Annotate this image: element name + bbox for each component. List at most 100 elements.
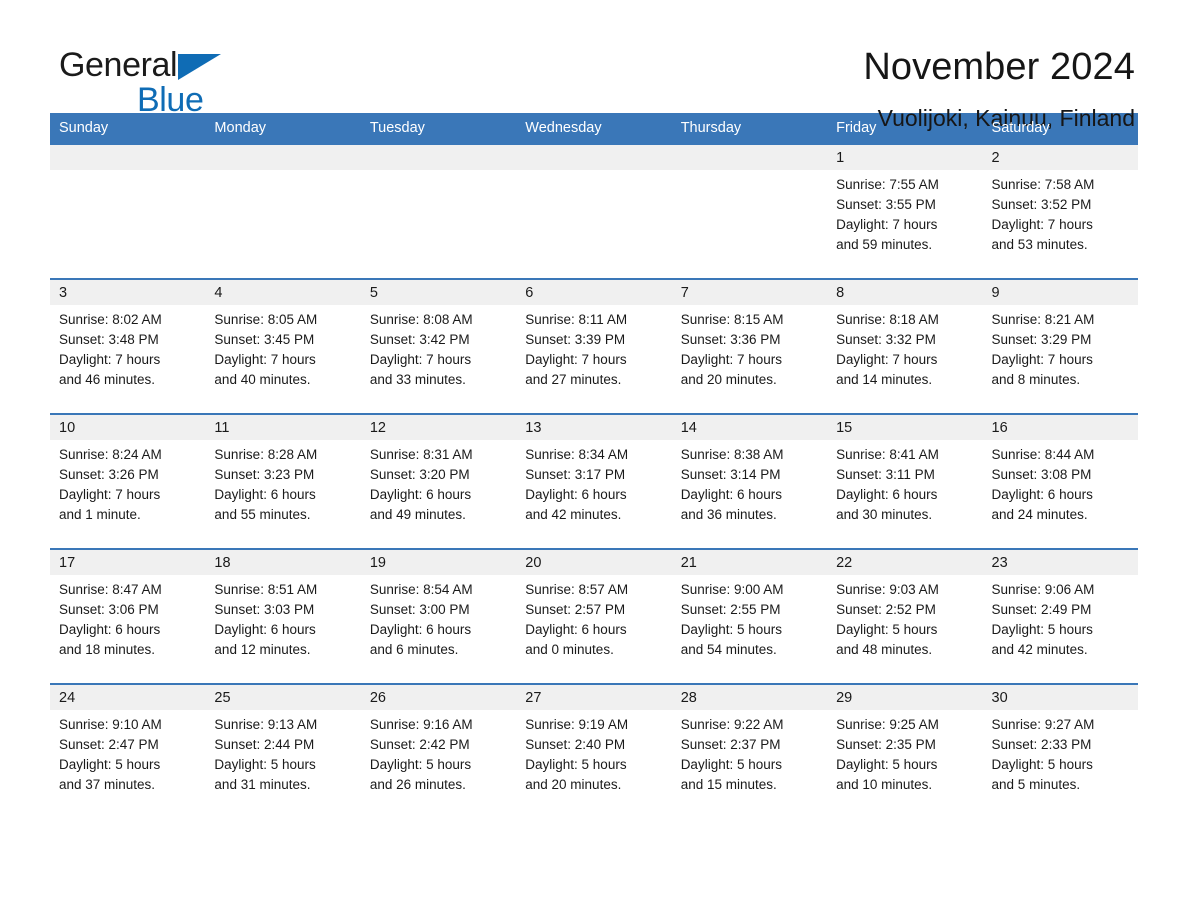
day-cell[interactable]: 22 Sunrise: 9:03 AM Sunset: 2:52 PM Dayligh… [827,550,983,684]
sunrise-line: Sunrise: 8:57 AM [525,582,629,598]
day-info: Sunrise: 8:28 AM Sunset: 3:23 PM Daylight:… [205,440,360,525]
day-cell[interactable]: 25 Sunrise: 9:13 AM Sunset: 2:44 PM Dayligh… [205,685,361,819]
sunset-line: Sunset: 3:23 PM [214,467,315,483]
calendar-week-row: 17 Sunrise: 8:47 AM Sunset: 3:06 PM Dayligh… [50,548,1138,684]
day-cell[interactable]: 7 Sunrise: 8:15 AM Sunset: 3:36 PM Daylight… [671,280,828,414]
day-cell[interactable]: 24 Sunrise: 9:10 AM Sunset: 2:47 PM Dayligh… [50,685,206,819]
day-cell[interactable]: 15 Sunrise: 8:41 AM Sunset: 3:11 PM Dayligh… [827,415,983,549]
day-cell[interactable]: 16 Sunrise: 8:44 AM Sunset: 3:08 PM Dayligh… [982,415,1138,549]
day-cell[interactable]: 4 Sunrise: 8:05 AM Sunset: 3:45 PM Daylight… [205,280,361,414]
day-number: 30 [982,685,1138,711]
sunset-line: Sunset: 2:55 PM [680,602,781,618]
day-number: 12 [360,415,517,441]
day-info: Sunrise: 8:31 AM Sunset: 3:20 PM Daylight:… [361,440,516,525]
day-cell[interactable]: 26 Sunrise: 9:16 AM Sunset: 2:42 PM Dayligh… [360,685,517,819]
weekday-header-wednesday: Wednesday [525,120,602,136]
daylight-line: Daylight: 6 hours [991,487,1093,503]
logo-bottom-row: Blue [59,83,310,117]
day-number: 20 [516,550,672,576]
sunset-line: Sunset: 3:14 PM [680,467,781,483]
sunrise-line: Sunrise: 8:08 AM [369,312,473,328]
day-info: Sunrise: 8:24 AM Sunset: 3:26 PM Daylight:… [50,440,205,525]
day-number: 24 [50,685,206,711]
sunset-line: Sunset: 3:55 PM [836,197,936,213]
day-number: 16 [982,415,1138,441]
sunset-line: Sunset: 3:32 PM [836,332,936,348]
day-info: Sunrise: 8:02 AM Sunset: 3:48 PM Daylight:… [50,305,205,390]
daylight-line: Daylight: 7 hours [991,352,1093,368]
day-cell[interactable]: 11 Sunrise: 8:28 AM Sunset: 3:23 PM Dayligh… [205,415,361,549]
day-info: Sunrise: 9:10 AM Sunset: 2:47 PM Daylight:… [50,710,205,795]
logo-text-general: General [59,46,178,84]
day-info: Sunrise: 9:16 AM Sunset: 2:42 PM Daylight:… [361,710,516,795]
day-cell[interactable]: 18 Sunrise: 8:51 AM Sunset: 3:03 PM Dayligh… [205,550,361,684]
day-cell[interactable]: 27 Sunrise: 9:19 AM Sunset: 2:40 PM Dayligh… [516,685,672,819]
day-cell[interactable]: 19 Sunrise: 8:54 AM Sunset: 3:00 PM Dayligh… [360,550,517,684]
day-cell[interactable]: 12 Sunrise: 8:31 AM Sunset: 3:20 PM Dayligh… [360,415,517,549]
sunset-line: Sunset: 3:06 PM [59,602,159,618]
daylight-line: and 26 minutes. [369,777,466,793]
daylight-line: and 33 minutes. [369,372,466,388]
sunrise-line: Sunrise: 9:06 AM [991,582,1095,598]
day-cell[interactable]: 8 Sunrise: 8:18 AM Sunset: 3:32 PM Daylight… [827,280,983,414]
day-cell[interactable]: 28 Sunrise: 9:22 AM Sunset: 2:37 PM Dayligh… [671,685,828,819]
day-number [50,145,206,171]
sunset-line: Sunset: 2:40 PM [525,737,626,753]
sunset-line: Sunset: 2:42 PM [369,737,470,753]
day-cell[interactable]: 9 Sunrise: 8:21 AM Sunset: 3:29 PM Daylight… [982,280,1138,414]
day-number: 10 [50,415,206,441]
day-cell[interactable]: 30 Sunrise: 9:27 AM Sunset: 2:33 PM Dayligh… [982,685,1138,819]
daylight-line: Daylight: 5 hours [836,622,938,638]
page-title: November 2024 [863,46,1135,88]
day-info: Sunrise: 8:54 AM Sunset: 3:00 PM Daylight:… [361,575,516,660]
generalblue-logo[interactable]: General Blue [50,48,310,128]
daylight-line: and 27 minutes. [525,372,622,388]
daylight-line: and 24 minutes. [991,507,1088,523]
daylight-line: Daylight: 6 hours [369,622,472,638]
sunrise-line: Sunrise: 8:28 AM [214,447,318,463]
daylight-line: Daylight: 6 hours [59,622,161,638]
sunrise-line: Sunrise: 9:27 AM [991,717,1095,733]
day-cell[interactable]: 20 Sunrise: 8:57 AM Sunset: 2:57 PM Dayligh… [516,550,672,684]
daylight-line: and 55 minutes. [214,507,311,523]
day-cell[interactable]: 6 Sunrise: 8:11 AM Sunset: 3:39 PM Daylight… [516,280,672,414]
day-info: Sunrise: 7:58 AM Sunset: 3:52 PM Daylight:… [983,170,1138,255]
day-cell[interactable]: 29 Sunrise: 9:25 AM Sunset: 2:35 PM Dayligh… [827,685,983,819]
day-number: 7 [671,280,828,306]
daylight-line: and 14 minutes. [836,372,933,388]
sunset-line: Sunset: 2:57 PM [525,602,626,618]
day-number: 3 [50,280,206,306]
daylight-line: and 31 minutes. [214,777,311,793]
daylight-line: Daylight: 7 hours [836,217,938,233]
sunrise-line: Sunrise: 8:05 AM [214,312,318,328]
sunrise-line: Sunrise: 8:34 AM [525,447,629,463]
daylight-line: Daylight: 5 hours [525,757,627,773]
day-info: Sunrise: 8:38 AM Sunset: 3:14 PM Daylight:… [672,440,827,525]
day-cell[interactable]: 1 Sunrise: 7:55 AM Sunset: 3:55 PM Daylight… [827,145,983,279]
daylight-line: and 48 minutes. [836,642,933,658]
day-info: Sunrise: 8:41 AM Sunset: 3:11 PM Daylight:… [827,440,982,525]
day-number: 23 [982,550,1138,576]
sunrise-line: Sunrise: 8:44 AM [991,447,1095,463]
day-info: Sunrise: 9:25 AM Sunset: 2:35 PM Daylight:… [827,710,982,795]
day-cell[interactable]: 10 Sunrise: 8:24 AM Sunset: 3:26 PM Dayligh… [50,415,206,549]
sunrise-line: Sunrise: 8:11 AM [525,312,628,328]
day-cell[interactable]: 13 Sunrise: 8:34 AM Sunset: 3:17 PM Dayligh… [516,415,672,549]
day-cell[interactable]: 17 Sunrise: 8:47 AM Sunset: 3:06 PM Dayligh… [50,550,206,684]
sunset-line: Sunset: 3:52 PM [991,197,1092,213]
daylight-line: Daylight: 5 hours [59,757,161,773]
daylight-line: Daylight: 5 hours [991,622,1093,638]
day-cell[interactable]: 23 Sunrise: 9:06 AM Sunset: 2:49 PM Dayligh… [982,550,1138,684]
daylight-line: and 37 minutes. [59,777,156,793]
day-number: 29 [827,685,983,711]
weekday-header-tuesday: Tuesday [369,120,425,136]
day-number: 8 [827,280,983,306]
day-cell[interactable]: 3 Sunrise: 8:02 AM Sunset: 3:48 PM Daylight… [50,280,206,414]
day-cell[interactable]: 5 Sunrise: 8:08 AM Sunset: 3:42 PM Daylight… [360,280,517,414]
day-info: Sunrise: 9:22 AM Sunset: 2:37 PM Daylight:… [672,710,827,795]
daylight-line: Daylight: 5 hours [369,757,472,773]
sunset-line: Sunset: 2:49 PM [991,602,1092,618]
day-cell[interactable]: 2 Sunrise: 7:58 AM Sunset: 3:52 PM Daylight… [982,145,1138,279]
day-cell[interactable]: 21 Sunrise: 9:00 AM Sunset: 2:55 PM Dayligh… [671,550,828,684]
day-cell[interactable]: 14 Sunrise: 8:38 AM Sunset: 3:14 PM Dayligh… [671,415,828,549]
